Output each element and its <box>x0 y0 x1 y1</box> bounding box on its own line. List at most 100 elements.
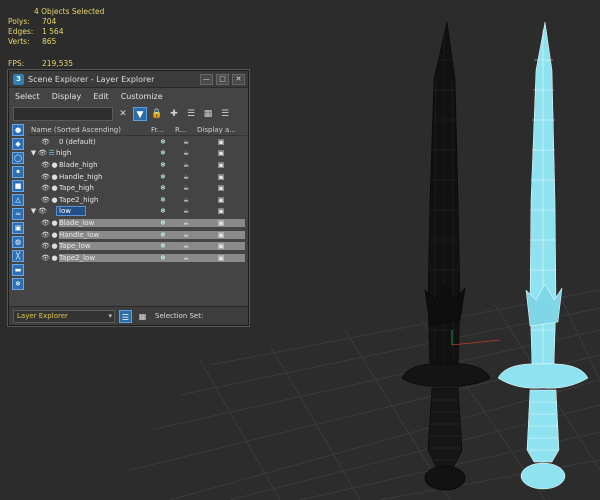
box-icon[interactable]: ▣ <box>197 242 245 251</box>
tree-row-object-selected[interactable]: 👁 ● Tape_low ❄ ☕ ▣ <box>29 240 247 252</box>
object-dot-icon: ● <box>51 230 58 239</box>
containers-filter-icon[interactable]: ▬ <box>12 264 24 276</box>
tree-row-object-selected[interactable]: 👁 ● Tape2_low ❄ ☕ ▣ <box>29 252 247 264</box>
tree-row-object-selected[interactable]: 👁 ● Handle_low ❄ ☕ ▣ <box>29 229 247 241</box>
tree-row-label: Handle_high <box>59 172 103 181</box>
freeze-icon[interactable]: ❄ <box>151 242 175 251</box>
tree-row-low-layer[interactable]: ▼ 👁 low ❄ ☕ ▣ <box>29 206 247 218</box>
filter-icon[interactable]: ▼ <box>133 107 147 121</box>
eye-icon[interactable]: 👁 <box>41 219 50 227</box>
tree-row-object[interactable]: 👁 ● Tape_high ❄ ☕ ▣ <box>29 182 247 194</box>
eye-icon[interactable]: 👁 <box>41 173 50 181</box>
helpers-filter-icon[interactable]: △ <box>12 194 24 206</box>
cameras-filter-icon[interactable]: ■ <box>12 180 24 192</box>
layer-rename-input[interactable]: low <box>56 206 86 217</box>
teapot-icon[interactable]: ☕ <box>175 196 197 204</box>
maximize-button[interactable]: □ <box>216 73 229 85</box>
spacewarps-filter-icon[interactable]: ≈ <box>12 208 24 220</box>
eye-icon[interactable]: 👁 <box>41 231 50 239</box>
layers-stack-icon[interactable]: ☰ <box>184 107 198 121</box>
scene-explorer-window[interactable]: 3 Scene Explorer - Layer Explorer — □ ✕ … <box>8 70 249 326</box>
freeze-icon[interactable]: ❄ <box>151 253 175 262</box>
menu-display[interactable]: Display <box>52 92 82 101</box>
lights-filter-icon[interactable]: ⚫ <box>12 166 24 178</box>
geometry-filter-icon[interactable]: ◆ <box>12 138 24 150</box>
teapot-icon[interactable]: ☕ <box>175 138 197 146</box>
box-icon[interactable]: ▣ <box>197 230 245 239</box>
freeze-icon[interactable]: ❄ <box>151 149 175 157</box>
tree-row-label: Tape2_low <box>59 253 151 262</box>
eye-icon[interactable]: 👁 <box>41 138 50 146</box>
expand-arrow-icon[interactable]: ▼ <box>29 207 38 215</box>
teapot-icon[interactable]: ☕ <box>175 173 197 181</box>
layer-stack-icon: ☰ <box>48 149 55 158</box>
freeze-icon[interactable]: ❄ <box>151 218 175 227</box>
eye-icon[interactable]: 👁 <box>41 196 50 204</box>
box-icon[interactable]: ▣ <box>197 196 245 204</box>
search-input[interactable] <box>13 107 113 121</box>
shapes-filter-icon[interactable]: ◯ <box>12 152 24 164</box>
explorer-mode-dropdown[interactable]: Layer Explorer ▾ <box>13 309 115 323</box>
freeze-icon[interactable]: ❄ <box>151 161 175 169</box>
box-icon[interactable]: ▣ <box>197 184 245 192</box>
xrefs-filter-icon[interactable]: ◍ <box>12 236 24 248</box>
freeze-icon[interactable]: ❄ <box>151 138 175 146</box>
tree-row-label: high <box>56 149 72 158</box>
eye-icon[interactable]: 👁 <box>41 254 50 262</box>
window-titlebar[interactable]: 3 Scene Explorer - Layer Explorer — □ ✕ <box>9 71 248 88</box>
layer-options-icon[interactable]: ☰ <box>218 107 232 121</box>
sort-by-layer-icon[interactable]: ☰ <box>119 309 132 323</box>
groups-filter-icon[interactable]: ▣ <box>12 222 24 234</box>
teapot-icon[interactable]: ☕ <box>175 161 197 169</box>
box-icon[interactable]: ▣ <box>197 218 245 227</box>
teapot-icon[interactable]: ☕ <box>175 184 197 192</box>
tree-row-label: Tape_low <box>59 242 151 251</box>
teapot-icon[interactable]: ☕ <box>175 149 197 157</box>
column-display[interactable]: Display a... <box>197 126 245 134</box>
tree-row-high-layer[interactable]: ▼ 👁 ☰ high ❄ ☕ ▣ <box>29 148 247 160</box>
teapot-icon[interactable]: ☕ <box>175 218 197 227</box>
tree-row-object[interactable]: 👁 ● Handle_high ❄ ☕ ▣ <box>29 171 247 183</box>
sort-by-hierarchy-icon[interactable]: ▦ <box>136 310 149 323</box>
display-all-icon[interactable]: ● <box>12 124 24 136</box>
new-layer-icon[interactable]: ✚ <box>167 107 181 121</box>
menu-edit[interactable]: Edit <box>93 92 109 101</box>
teapot-icon[interactable]: ☕ <box>175 207 197 215</box>
teapot-icon[interactable]: ☕ <box>175 242 197 251</box>
column-frozen[interactable]: Fr... <box>151 126 175 134</box>
box-icon[interactable]: ▣ <box>197 253 245 262</box>
clear-search-icon[interactable]: ✕ <box>116 107 130 121</box>
freeze-icon[interactable]: ❄ <box>151 173 175 181</box>
box-icon[interactable]: ▣ <box>197 161 245 169</box>
frozen-filter-icon[interactable]: ❄ <box>12 278 24 290</box>
box-icon[interactable]: ▣ <box>197 173 245 181</box>
column-name[interactable]: Name (Sorted Ascending) <box>29 126 151 134</box>
teapot-icon[interactable]: ☕ <box>175 253 197 262</box>
column-render[interactable]: R... <box>175 126 197 134</box>
eye-icon[interactable]: 👁 <box>38 207 47 215</box>
box-icon[interactable]: ▣ <box>197 207 245 215</box>
close-button[interactable]: ✕ <box>232 73 245 85</box>
teapot-icon[interactable]: ☕ <box>175 230 197 239</box>
minimize-button[interactable]: — <box>200 73 213 85</box>
freeze-icon[interactable]: ❄ <box>151 207 175 215</box>
freeze-icon[interactable]: ❄ <box>151 196 175 204</box>
menu-customize[interactable]: Customize <box>121 92 163 101</box>
box-icon[interactable]: ▣ <box>197 138 245 146</box>
bones-filter-icon[interactable]: ╳ <box>12 250 24 262</box>
expand-arrow-icon[interactable]: ▼ <box>29 149 38 157</box>
box-icon[interactable]: ▣ <box>197 149 245 157</box>
eye-icon[interactable]: 👁 <box>41 184 50 192</box>
freeze-icon[interactable]: ❄ <box>151 230 175 239</box>
tree-row-object-selected[interactable]: 👁 ● Blade_low ❄ ☕ ▣ <box>29 217 247 229</box>
tree-row-object[interactable]: 👁 ● Tape2_high ❄ ☕ ▣ <box>29 194 247 206</box>
tree-row-object[interactable]: 👁 ● Blade_high ❄ ☕ ▣ <box>29 159 247 171</box>
menu-select[interactable]: Select <box>15 92 40 101</box>
eye-icon[interactable]: 👁 <box>41 161 50 169</box>
eye-icon[interactable]: 👁 <box>38 149 47 157</box>
tree-row-default-layer[interactable]: 👁 0 (default) ❄ ☕ ▣ <box>29 136 247 148</box>
add-to-layer-icon[interactable]: ▦ <box>201 107 215 121</box>
eye-icon[interactable]: 👁 <box>41 242 50 250</box>
freeze-icon[interactable]: ❄ <box>151 184 175 192</box>
lock-icon[interactable]: 🔒 <box>150 107 164 121</box>
